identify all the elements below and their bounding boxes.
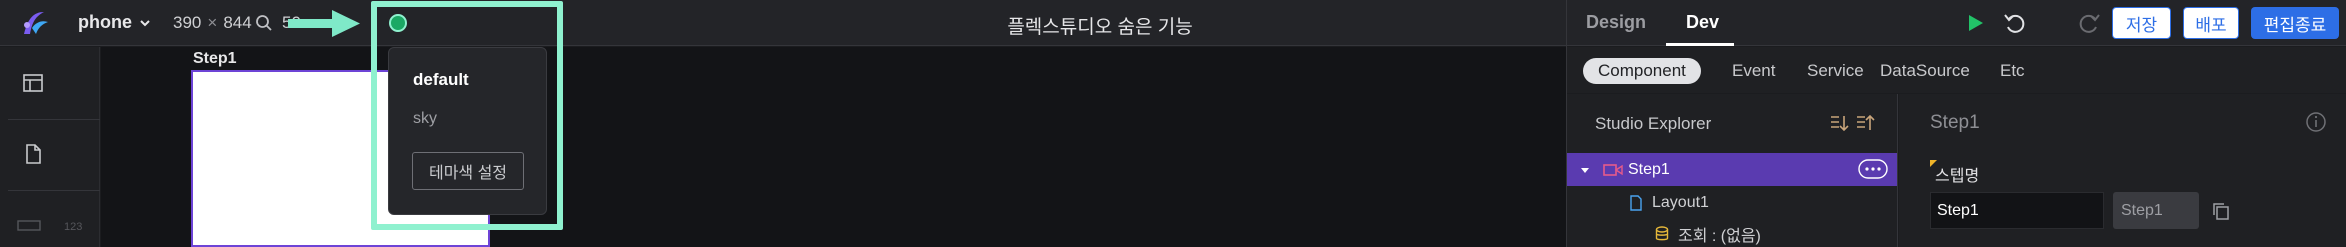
- device-selector[interactable]: phone: [78, 12, 152, 33]
- rail-divider: [8, 119, 100, 120]
- step-id-field: Step1: [2113, 192, 2199, 229]
- times-sign: ×: [207, 13, 218, 32]
- top-bar: phone 390 × 844 50 플렉스튜디오 숨은 기능 Design D…: [0, 0, 2346, 46]
- zoom-icon[interactable]: [255, 14, 273, 32]
- sort-up-icon[interactable]: [1854, 112, 1876, 134]
- variable-icon[interactable]: 123: [16, 217, 86, 233]
- play-icon[interactable]: [1963, 11, 1987, 35]
- layout-icon[interactable]: [22, 72, 44, 94]
- theme-option-sky[interactable]: sky: [413, 110, 437, 128]
- tree-label: Layout1: [1652, 193, 1709, 211]
- deploy-button[interactable]: 배포: [2183, 7, 2239, 39]
- step-name-label: 스텝명: [1935, 168, 1980, 185]
- sort-down-icon[interactable]: [1828, 112, 1850, 134]
- tree-item-step1[interactable]: Step1: [1567, 153, 1897, 186]
- tab-component[interactable]: Component: [1583, 58, 1701, 84]
- chevron-down-icon: [140, 19, 150, 26]
- tab-event[interactable]: Event: [1732, 58, 1775, 84]
- explorer-title: Studio Explorer: [1595, 114, 1712, 133]
- tab-design[interactable]: Design: [1586, 12, 1646, 33]
- tab-dev[interactable]: Dev: [1686, 12, 1719, 33]
- theme-settings-button[interactable]: 테마색 설정: [412, 152, 524, 190]
- width-value[interactable]: 390: [173, 13, 201, 33]
- redo-icon[interactable]: [2078, 11, 2102, 35]
- caret-down-icon[interactable]: [1579, 164, 1591, 176]
- step-icon: [1603, 163, 1623, 176]
- exit-edit-button[interactable]: 편집종료: [2251, 7, 2339, 39]
- app-root: phone 390 × 844 50 플렉스튜디오 숨은 기능 Design D…: [0, 0, 2346, 247]
- studio-explorer: Studio Explorer Step1 Layout1 조회 : (없음): [1567, 94, 1898, 247]
- device-dimensions: 390 × 844: [173, 13, 252, 33]
- tree-label: 조회 : (없음): [1678, 227, 1761, 245]
- theme-popup: default sky 테마색 설정: [388, 47, 547, 215]
- properties-title: Step1: [1930, 112, 1980, 133]
- properties-panel: Step1 스텝명 Step1 Step1: [1899, 94, 2346, 247]
- save-button[interactable]: 저장: [2112, 7, 2171, 39]
- active-tab-indicator: [1666, 43, 1734, 46]
- tree-item-layout1[interactable]: Layout1: [1567, 186, 1897, 219]
- info-icon[interactable]: [2305, 111, 2327, 133]
- step-name-input[interactable]: Step1: [1930, 192, 2104, 229]
- page-icon[interactable]: [22, 143, 44, 165]
- copy-icon[interactable]: [2210, 200, 2232, 222]
- step-label: Step1: [193, 50, 237, 67]
- app-logo-icon[interactable]: [18, 8, 52, 38]
- left-rail: 123: [0, 47, 100, 247]
- tab-datasource[interactable]: DataSource: [1880, 58, 1970, 84]
- theme-option-default[interactable]: default: [413, 70, 469, 90]
- device-label: phone: [78, 12, 132, 32]
- height-value[interactable]: 844: [223, 13, 251, 33]
- file-icon: [1630, 194, 1642, 211]
- tab-etc[interactable]: Etc: [2000, 58, 2025, 84]
- database-icon: [1655, 225, 1669, 240]
- right-panel-tabs: Component Event Service DataSource Etc: [1567, 47, 2346, 93]
- more-options-icon[interactable]: [1858, 159, 1888, 179]
- tree-item-query[interactable]: 조회 : (없음): [1567, 217, 1897, 247]
- tab-service[interactable]: Service: [1807, 58, 1864, 84]
- svg-text:123: 123: [64, 221, 82, 233]
- tree-label: Step1: [1628, 160, 1670, 178]
- undo-icon[interactable]: [2002, 11, 2026, 35]
- rail-divider: [8, 190, 100, 191]
- arrow-right-icon: [288, 10, 360, 37]
